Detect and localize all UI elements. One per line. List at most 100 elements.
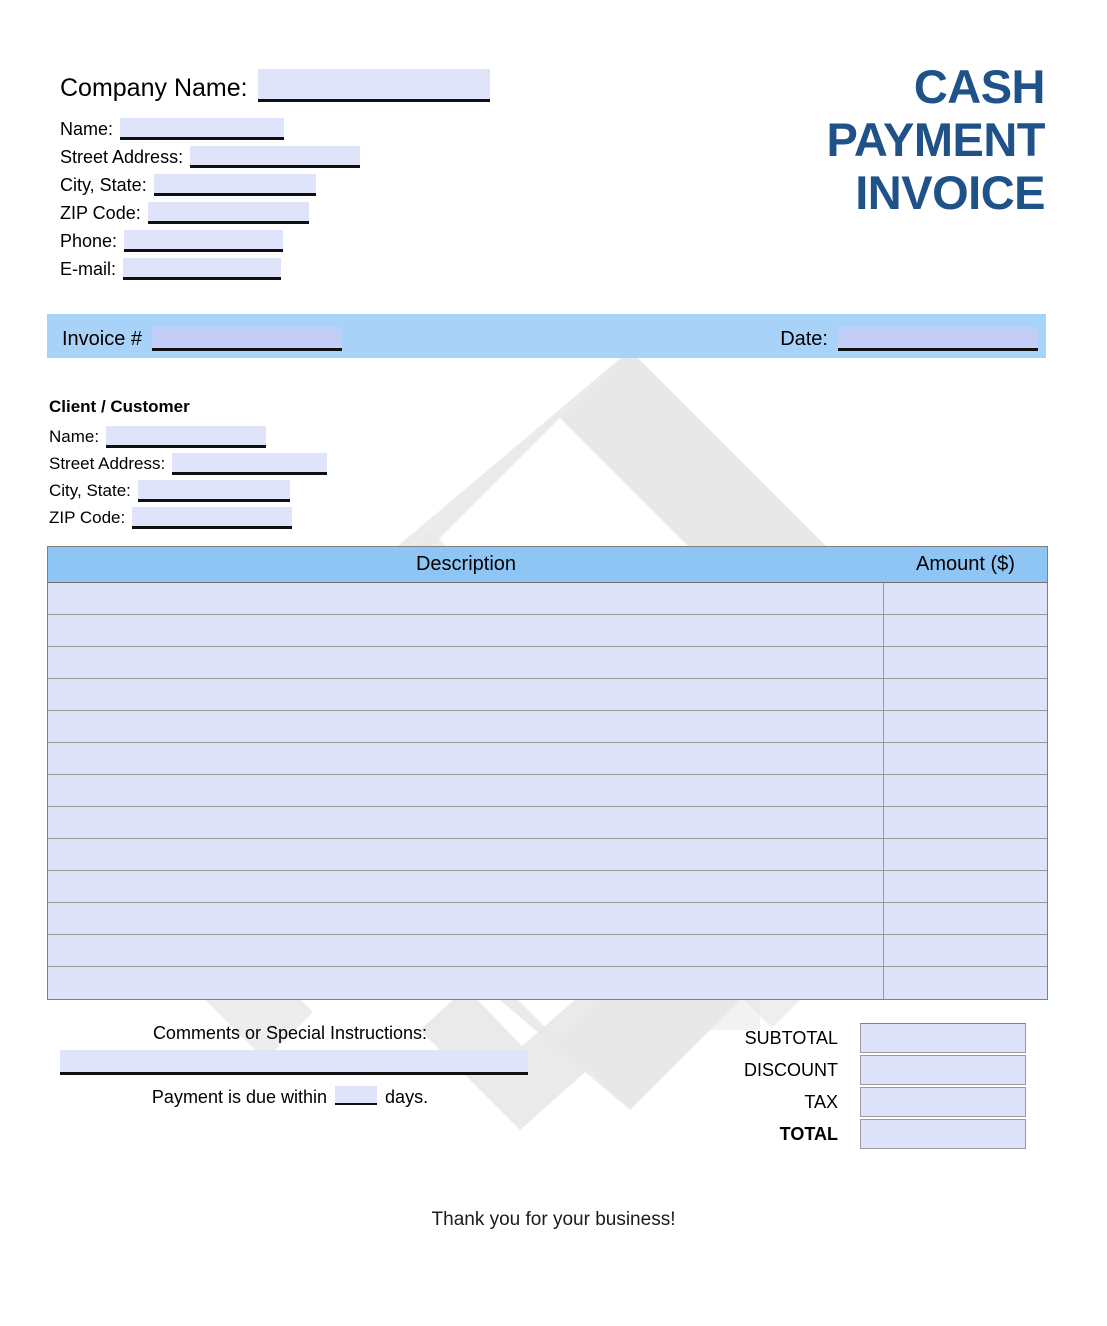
company-name-row: Company Name: [60,64,700,102]
table-row [48,647,1047,679]
company-detail-rows: Name: Street Address: City, State: ZIP C… [60,112,700,280]
company-street-input[interactable] [190,146,361,168]
discount-label: DISCOUNT [744,1059,838,1080]
tax-label: TAX [804,1091,838,1112]
line-item-description-input[interactable] [48,871,884,902]
company-name-label: Company Name: [60,74,248,102]
table-row [48,903,1047,935]
line-item-amount-input[interactable] [884,935,1047,966]
payment-due-days-input[interactable] [335,1086,378,1105]
client-name-input[interactable] [106,426,267,448]
line-item-description-input[interactable] [48,647,884,678]
line-items-header-row: Description Amount ($) [48,547,1047,583]
invoice-date-group: Date: [780,327,1038,351]
company-name-input[interactable] [257,69,490,102]
line-item-description-input[interactable] [48,775,884,806]
company-contact-name-input[interactable] [120,118,285,140]
table-row [48,839,1047,871]
subtotal-label: SUBTOTAL [744,1027,838,1048]
company-phone-label: Phone: [60,231,118,251]
line-item-description-input[interactable] [48,967,884,999]
payment-terms-prefix: Payment is due within [151,1087,328,1107]
client-field-zip: ZIP Code: [49,502,469,529]
line-items-body [48,583,1047,999]
company-city-input[interactable] [153,174,316,196]
table-row [48,871,1047,903]
payment-terms-line: Payment is due within days. [60,1085,520,1109]
line-item-description-input[interactable] [48,839,884,870]
company-street-label: Street Address: [60,147,184,167]
totals-row-subtotal: SUBTOTAL [700,1022,1050,1054]
column-header-amount: Amount ($) [916,553,1015,575]
company-phone-input[interactable] [124,230,284,252]
company-field-email: E-mail: [60,252,700,280]
client-zip-input[interactable] [132,507,293,529]
invoice-number-label: Invoice # [62,328,143,350]
line-item-amount-input[interactable] [884,807,1047,838]
invoice-number-input[interactable] [152,327,343,351]
table-row [48,775,1047,807]
client-name-label: Name: [49,427,100,446]
totals-block: SUBTOTAL DISCOUNT TAX TOTAL [700,1022,1050,1150]
column-header-description: Description [415,553,517,575]
line-item-amount-input[interactable] [884,839,1047,870]
client-heading: Client / Customer [49,397,190,416]
line-item-amount-input[interactable] [884,967,1047,999]
line-item-description-input[interactable] [48,615,884,646]
table-row [48,807,1047,839]
tax-input[interactable] [860,1087,1026,1117]
line-items-table: Description Amount ($) [47,546,1048,1000]
company-info-block: Company Name: Name: Street Address: City… [60,64,700,280]
document-title: CASH PAYMENT INVOICE [625,60,1046,219]
company-field-city: City, State: [60,168,700,196]
invoice-date-input[interactable] [838,327,1038,351]
comments-label: Comments or Special Instructions: [152,1023,428,1043]
client-field-name: Name: [49,421,469,448]
subtotal-input[interactable] [860,1023,1026,1053]
line-item-amount-input[interactable] [884,711,1047,742]
line-item-amount-input[interactable] [884,903,1047,934]
company-email-input[interactable] [123,258,282,280]
invoice-number-group: Invoice # [62,327,343,351]
invoice-date-label: Date: [780,328,828,350]
line-item-amount-input[interactable] [884,775,1047,806]
client-info-block: Client / Customer Name: Street Address: … [49,396,469,529]
line-item-description-input[interactable] [48,903,884,934]
comments-input[interactable] [60,1050,528,1075]
line-item-description-input[interactable] [48,935,884,966]
footer-thank-you-note: Thank you for your business! [431,1209,676,1230]
document-title-line-1: CASH [913,60,1046,113]
line-item-description-input[interactable] [48,807,884,838]
company-field-name: Name: [60,112,700,140]
line-item-description-input[interactable] [48,583,884,614]
line-item-amount-input[interactable] [884,871,1047,902]
line-item-description-input[interactable] [48,711,884,742]
client-field-street: Street Address: [49,448,469,475]
line-item-amount-input[interactable] [884,647,1047,678]
table-row [48,967,1047,999]
client-city-label: City, State: [49,481,131,500]
line-item-description-input[interactable] [48,743,884,774]
line-item-amount-input[interactable] [884,615,1047,646]
totals-row-tax: TAX [700,1086,1050,1118]
total-input[interactable] [860,1119,1026,1149]
totals-row-discount: DISCOUNT [700,1054,1050,1086]
company-zip-label: ZIP Code: [60,203,141,223]
client-street-input[interactable] [172,453,328,475]
line-item-description-input[interactable] [48,679,884,710]
company-field-phone: Phone: [60,224,700,252]
table-row [48,679,1047,711]
company-city-label: City, State: [60,175,147,195]
document-title-line-2: PAYMENT [826,113,1046,166]
table-row [48,743,1047,775]
line-item-amount-input[interactable] [884,583,1047,614]
discount-input[interactable] [860,1055,1026,1085]
client-street-label: Street Address: [49,454,166,473]
comments-block: Comments or Special Instructions: Paymen… [60,1022,550,1109]
company-zip-input[interactable] [147,202,309,224]
client-city-input[interactable] [137,480,290,502]
company-field-street: Street Address: [60,140,700,168]
line-item-amount-input[interactable] [884,679,1047,710]
table-row [48,711,1047,743]
line-item-amount-input[interactable] [884,743,1047,774]
